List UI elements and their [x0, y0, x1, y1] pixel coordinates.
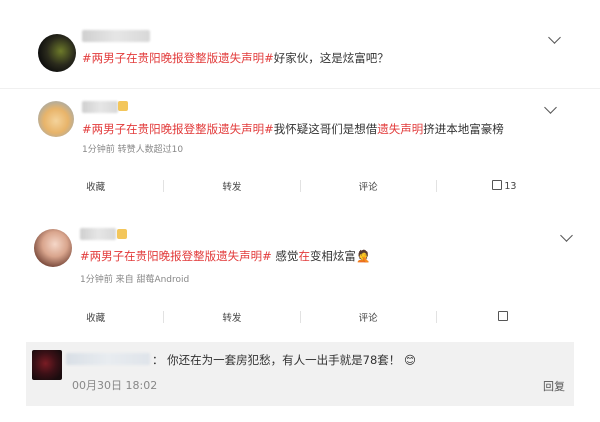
hashtag-link[interactable]: #两男子在贵阳晚报登整版遗失声明# — [82, 51, 274, 65]
action-bar: 收藏 转发 评论 — [28, 304, 572, 330]
comment-meta: 1分钟前 来自 甜莓Android — [80, 275, 190, 285]
like-count: 13 — [504, 181, 517, 192]
hashtag-link[interactable]: #两男子在贵阳晚报登整版遗失声明# — [82, 122, 274, 136]
thumbs-up-icon — [498, 311, 509, 321]
avatar[interactable] — [32, 350, 62, 380]
username-blurred[interactable] — [80, 228, 116, 240]
favorite-button[interactable]: 收藏 — [28, 179, 163, 193]
chevron-down-icon[interactable] — [560, 229, 573, 242]
avatar[interactable] — [38, 101, 74, 137]
comment-card-2: #两男子在贵阳晚报登整版遗失声明#我怀疑这哥们是想借遗失声明挤进本地富豪榜 1分… — [0, 88, 600, 209]
action-bar: 收藏 转发 评论 13 — [28, 173, 572, 199]
username-blurred[interactable] — [66, 353, 150, 365]
comment-button[interactable]: 评论 — [301, 179, 436, 193]
comment-text: #两男子在贵阳晚报登整版遗失声明#好家伙，这是炫富吧？ — [82, 51, 389, 65]
reply-text: ： 你还在为一套房犯愁，有人一出手就是78套！ 😊 — [152, 353, 416, 367]
vip-badge — [117, 229, 127, 239]
thumbs-up-icon — [492, 180, 503, 190]
comment-text: #两男子在贵阳晚报登整版遗失声明#我怀疑这哥们是想借遗失声明挤进本地富豪榜 — [82, 122, 504, 136]
vip-badge — [118, 101, 128, 111]
avatar[interactable] — [34, 229, 72, 267]
chevron-down-icon[interactable] — [544, 101, 557, 114]
share-button[interactable]: 转发 — [164, 179, 299, 193]
hashtag-link[interactable]: #两男子在贵阳晚报登整版遗失声明# — [80, 249, 272, 263]
username-blurred[interactable] — [82, 101, 118, 113]
comment-card-3: #两男子在贵阳晚报登整版遗失声明# 感觉在变相炫富🤦 1分钟前 来自 甜莓And… — [0, 215, 600, 335]
favorite-button[interactable]: 收藏 — [28, 310, 163, 324]
username-blurred[interactable] — [82, 30, 150, 42]
comment-card-1: #两男子在贵阳晚报登整版遗失声明#好家伙，这是炫富吧？ — [0, 0, 600, 80]
like-button[interactable]: 13 — [437, 180, 572, 192]
reply-button[interactable]: 回复 — [543, 379, 565, 395]
share-button[interactable]: 转发 — [164, 310, 299, 324]
reply-time: 00月30日 18:02 — [72, 379, 158, 392]
avatar[interactable] — [38, 34, 76, 72]
facepalm-emoji: 🤦 — [355, 249, 371, 263]
comment-text: #两男子在贵阳晚报登整版遗失声明# 感觉在变相炫富🤦 — [80, 249, 371, 263]
smile-emoji: 😊 — [403, 353, 416, 367]
like-button[interactable] — [437, 311, 572, 323]
comment-button[interactable]: 评论 — [301, 310, 436, 324]
chevron-down-icon[interactable] — [548, 31, 561, 44]
comment-meta: 1分钟前 转赞人数超过10 — [82, 145, 184, 155]
